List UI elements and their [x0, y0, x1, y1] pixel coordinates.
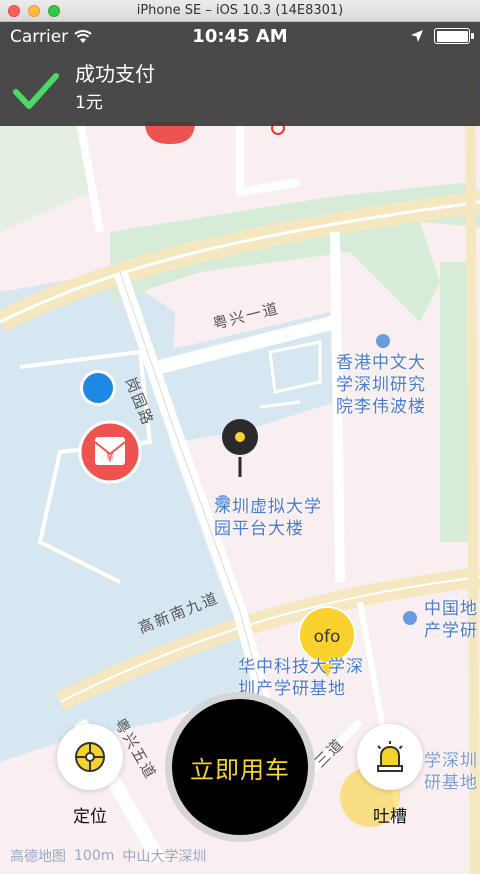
crosshair-icon [75, 742, 105, 772]
location-arrow-icon [411, 30, 423, 42]
locate-label: 定位 [73, 807, 107, 827]
map-place-label: 中山大学深圳 [122, 849, 207, 865]
phone-screen: ¥ ofo Carrier 10:45 AM 成功支付 1元 香港中文大 学深圳… [0, 22, 480, 874]
ride-now-label: 立即用车 [172, 699, 308, 835]
poi-label-china-geo[interactable]: 中国地 产学研 [424, 598, 478, 642]
poi-label-line: 园平台大楼 [214, 519, 304, 539]
poi-label-line: 华中科技大学深 [238, 657, 364, 677]
window-controls [8, 5, 60, 17]
map-attribution: 高德地图 100m 中山大学深圳 [10, 846, 206, 866]
poi-label-line: 香港中文大 [336, 353, 426, 373]
locate-button[interactable] [57, 724, 123, 790]
feedback-label: 吐槽 [373, 807, 407, 827]
status-bar: Carrier 10:45 AM [0, 22, 480, 52]
poi-label-line: 产学研 [424, 621, 478, 641]
poi-label-line: 学深圳 [424, 751, 478, 771]
poi-label-line: 学深圳研究 [336, 375, 426, 395]
map-provider-logo: 高德地图 [10, 849, 66, 865]
map-scale-label: 100m [74, 848, 115, 864]
close-window-button[interactable] [8, 5, 20, 17]
banner-amount: 1元 [75, 93, 103, 113]
feedback-button[interactable] [357, 724, 423, 790]
alarm-light-icon [377, 741, 403, 772]
poi-label-line: 院李伟波楼 [336, 397, 426, 417]
zoom-window-button[interactable] [48, 5, 60, 17]
poi-label-partial[interactable]: 学深圳 研基地 [424, 750, 478, 794]
ofo-marker-label: ofo [314, 627, 341, 647]
simulator-titlebar: iPhone SE – iOS 10.3 (14E8301) [0, 0, 480, 22]
checkmark-icon [13, 73, 59, 109]
minimize-window-button[interactable] [28, 5, 40, 17]
svg-text:¥: ¥ [106, 451, 114, 465]
poi-label-virtual-univ[interactable]: 深圳虚拟大学 园平台大楼 [214, 496, 322, 540]
status-time: 10:45 AM [192, 26, 288, 47]
status-right-group [410, 28, 474, 44]
banner-title: 成功支付 [75, 62, 155, 86]
poi-pin-icon[interactable] [403, 611, 417, 625]
poi-label-cuhk[interactable]: 香港中文大 学深圳研究 院李伟波楼 [336, 352, 426, 418]
poi-pin-icon[interactable] [376, 334, 390, 348]
redpacket-marker-icon[interactable]: ¥ [78, 420, 142, 484]
poi-label-line: 研基地 [424, 773, 478, 793]
battery-icon [434, 28, 474, 44]
simulator-title: iPhone SE – iOS 10.3 (14E8301) [136, 3, 344, 18]
current-location-dot-icon [80, 370, 116, 406]
poi-label-line: 中国地 [424, 599, 478, 619]
ride-now-button[interactable]: 立即用车 [165, 692, 315, 842]
poi-label-line: 深圳虚拟大学 [214, 497, 322, 517]
